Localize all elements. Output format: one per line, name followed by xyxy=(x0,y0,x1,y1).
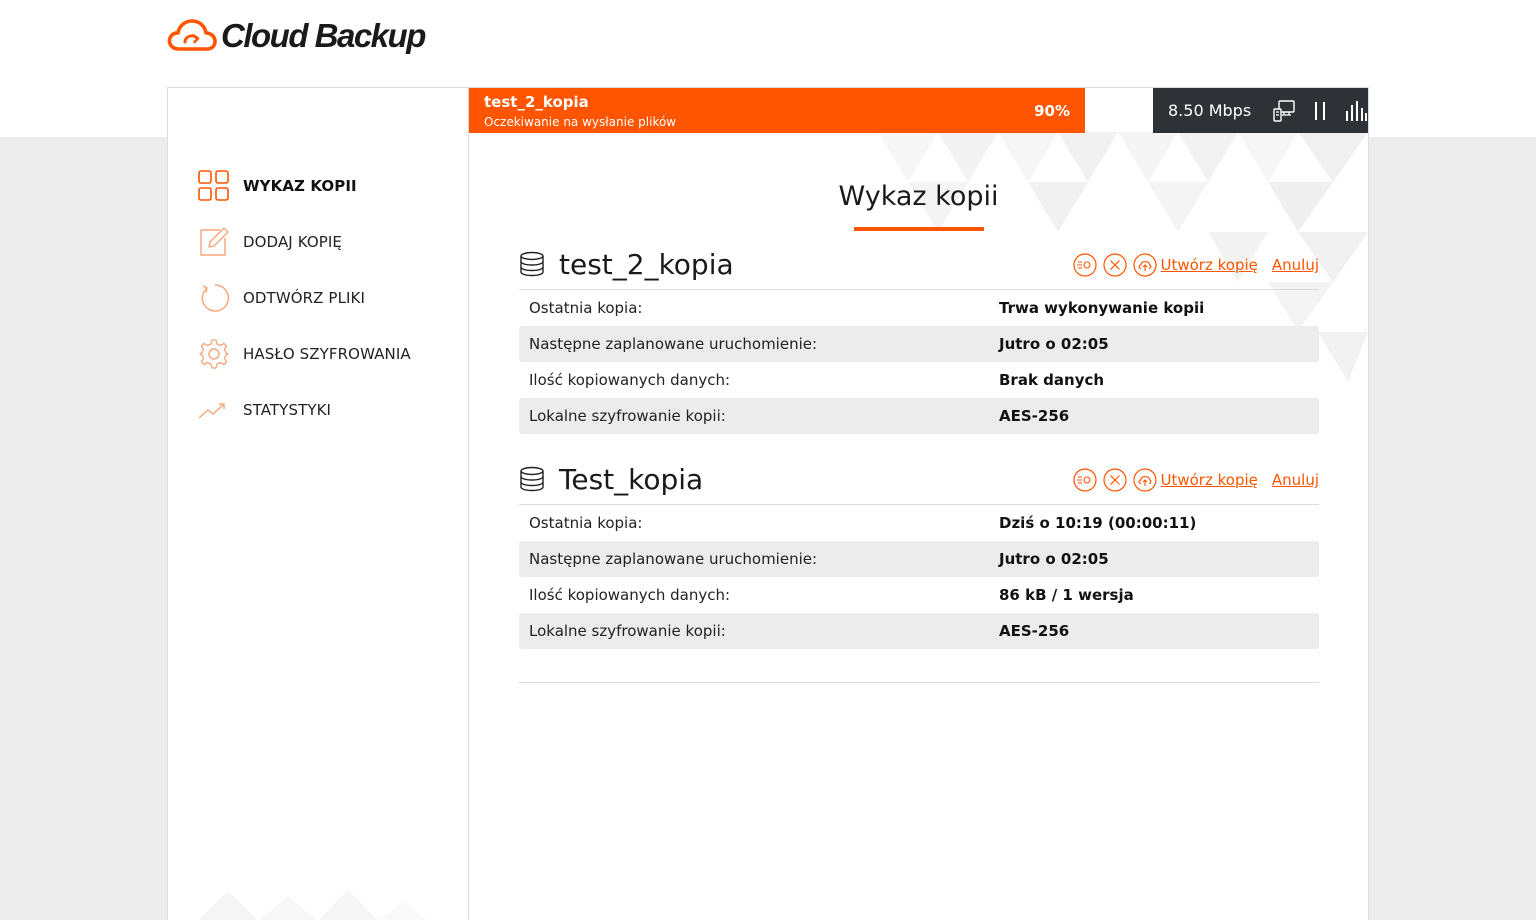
detail-row: Ostatnia kopia: Dziś o 10:19 (00:00:11) xyxy=(519,505,1319,541)
grid-icon xyxy=(198,170,229,201)
sidebar-item-wykaz-kopii[interactable]: WYKAZ KOPII xyxy=(198,170,357,202)
backup-name: test_2_kopia xyxy=(559,248,734,281)
detail-label: Lokalne szyfrowanie kopii: xyxy=(529,407,726,425)
cancel-link[interactable]: Anuluj xyxy=(1272,471,1319,489)
pause-icon[interactable] xyxy=(1308,99,1332,123)
sidebar-item-odtworz-pliki[interactable]: ODTWÓRZ PLIKI xyxy=(198,282,365,314)
sidebar: WYKAZ KOPII DODAJ KOPIĘ ODTWÓRZ PLIKI HA… xyxy=(168,88,469,920)
backup-name: Test_kopia xyxy=(559,463,704,496)
detail-row: Lokalne szyfrowanie kopii: AES-256 xyxy=(519,613,1319,649)
detail-value: AES-256 xyxy=(999,407,1070,425)
backup-card: test_2_kopia Utwórz kopię Anuluj Ostatni… xyxy=(519,248,1319,434)
backup-details: Ostatnia kopia: Dziś o 10:19 (00:00:11) … xyxy=(519,505,1319,649)
network-icon[interactable] xyxy=(1272,99,1296,123)
detail-label: Ostatnia kopia: xyxy=(529,514,643,532)
gear-icon xyxy=(199,339,229,369)
detail-label: Ostatnia kopia: xyxy=(529,299,643,317)
logo[interactable]: Cloud Backup xyxy=(167,14,426,58)
list-bottom-divider xyxy=(519,682,1319,683)
detail-label: Lokalne szyfrowanie kopii: xyxy=(529,622,726,640)
create-backup-link[interactable]: Utwórz kopię xyxy=(1161,471,1258,489)
backup-header: test_2_kopia Utwórz kopię Anuluj xyxy=(519,248,1319,290)
backup-actions: Utwórz kopię Anuluj xyxy=(1072,253,1319,277)
database-icon xyxy=(520,466,544,492)
sidebar-item-label: WYKAZ KOPII xyxy=(243,177,357,195)
speed-panel: 8.50 Mbps xyxy=(1153,88,1368,133)
detail-label: Następne zaplanowane uruchomienie: xyxy=(529,335,818,353)
sidebar-item-statystyki[interactable]: STATYSTYKI xyxy=(198,394,331,426)
progress-percent: 90% xyxy=(1034,102,1070,120)
detail-row: Następne zaplanowane uruchomienie: Jutro… xyxy=(519,541,1319,577)
delete-icon[interactable] xyxy=(1102,253,1127,277)
cloud-upload-icon[interactable] xyxy=(1132,468,1157,492)
detail-value: Brak danych xyxy=(999,371,1105,389)
page-title: Wykaz kopii xyxy=(838,181,999,212)
title-underline xyxy=(854,227,984,231)
detail-value: 86 kB / 1 wersja xyxy=(999,586,1134,604)
cloud-logo-icon xyxy=(167,19,217,51)
database-icon xyxy=(520,251,544,277)
detail-value: Jutro o 02:05 xyxy=(999,550,1109,568)
edit-icon xyxy=(200,227,229,256)
cancel-link[interactable]: Anuluj xyxy=(1272,256,1319,274)
detail-row: Ilość kopiowanych danych: 86 kB / 1 wers… xyxy=(519,577,1319,613)
app-window: WYKAZ KOPII DODAJ KOPIĘ ODTWÓRZ PLIKI HA… xyxy=(167,87,1369,920)
detail-row: Ilość kopiowanych danych: Brak danych xyxy=(519,362,1319,398)
sidebar-item-label: HASŁO SZYFROWANIA xyxy=(243,345,411,363)
bar-chart-icon[interactable] xyxy=(1344,99,1368,123)
detail-label: Następne zaplanowane uruchomienie: xyxy=(529,550,818,568)
detail-value: Jutro o 02:05 xyxy=(999,335,1109,353)
settings-icon[interactable] xyxy=(1072,253,1097,277)
logo-text: Cloud Backup xyxy=(221,17,426,54)
sidebar-pattern xyxy=(199,889,427,920)
backup-details: Ostatnia kopia: Trwa wykonywanie kopii N… xyxy=(519,290,1319,434)
backup-header: Test_kopia Utwórz kopię Anuluj xyxy=(519,463,1319,505)
cloud-upload-icon[interactable] xyxy=(1132,253,1157,277)
transfer-speed: 8.50 Mbps xyxy=(1168,101,1252,120)
sidebar-item-dodaj-kopie[interactable]: DODAJ KOPIĘ xyxy=(198,226,342,258)
backup-card: Test_kopia Utwórz kopię Anuluj Ostatnia … xyxy=(519,463,1319,649)
sidebar-item-label: STATYSTYKI xyxy=(243,401,332,419)
detail-label: Ilość kopiowanych danych: xyxy=(529,371,731,389)
sidebar-item-label: DODAJ KOPIĘ xyxy=(243,233,342,251)
detail-row: Ostatnia kopia: Trwa wykonywanie kopii xyxy=(519,290,1319,326)
progress-status-text: Oczekiwanie na wysłanie plików xyxy=(484,115,677,129)
restore-icon xyxy=(201,284,230,312)
create-backup-link[interactable]: Utwórz kopię xyxy=(1161,256,1258,274)
detail-value: Trwa wykonywanie kopii xyxy=(999,299,1205,317)
detail-value: AES-256 xyxy=(999,622,1070,640)
main-panel: test_2_kopia Oczekiwanie na wysłanie pli… xyxy=(469,88,1368,920)
detail-row: Lokalne szyfrowanie kopii: AES-256 xyxy=(519,398,1319,434)
detail-value: Dziś o 10:19 (00:00:11) xyxy=(999,514,1197,532)
detail-row: Następne zaplanowane uruchomienie: Jutro… xyxy=(519,326,1319,362)
sidebar-item-label: ODTWÓRZ PLIKI xyxy=(243,289,366,307)
backup-actions: Utwórz kopię Anuluj xyxy=(1072,468,1319,492)
settings-icon[interactable] xyxy=(1072,468,1097,492)
trend-icon xyxy=(198,403,225,419)
delete-icon[interactable] xyxy=(1102,468,1127,492)
detail-label: Ilość kopiowanych danych: xyxy=(529,586,731,604)
progress-backup-name: test_2_kopia xyxy=(484,93,589,111)
upload-progress-bar[interactable]: test_2_kopia Oczekiwanie na wysłanie pli… xyxy=(469,88,1085,133)
sidebar-item-haslo-szyfrowania[interactable]: HASŁO SZYFROWANIA xyxy=(198,338,411,370)
